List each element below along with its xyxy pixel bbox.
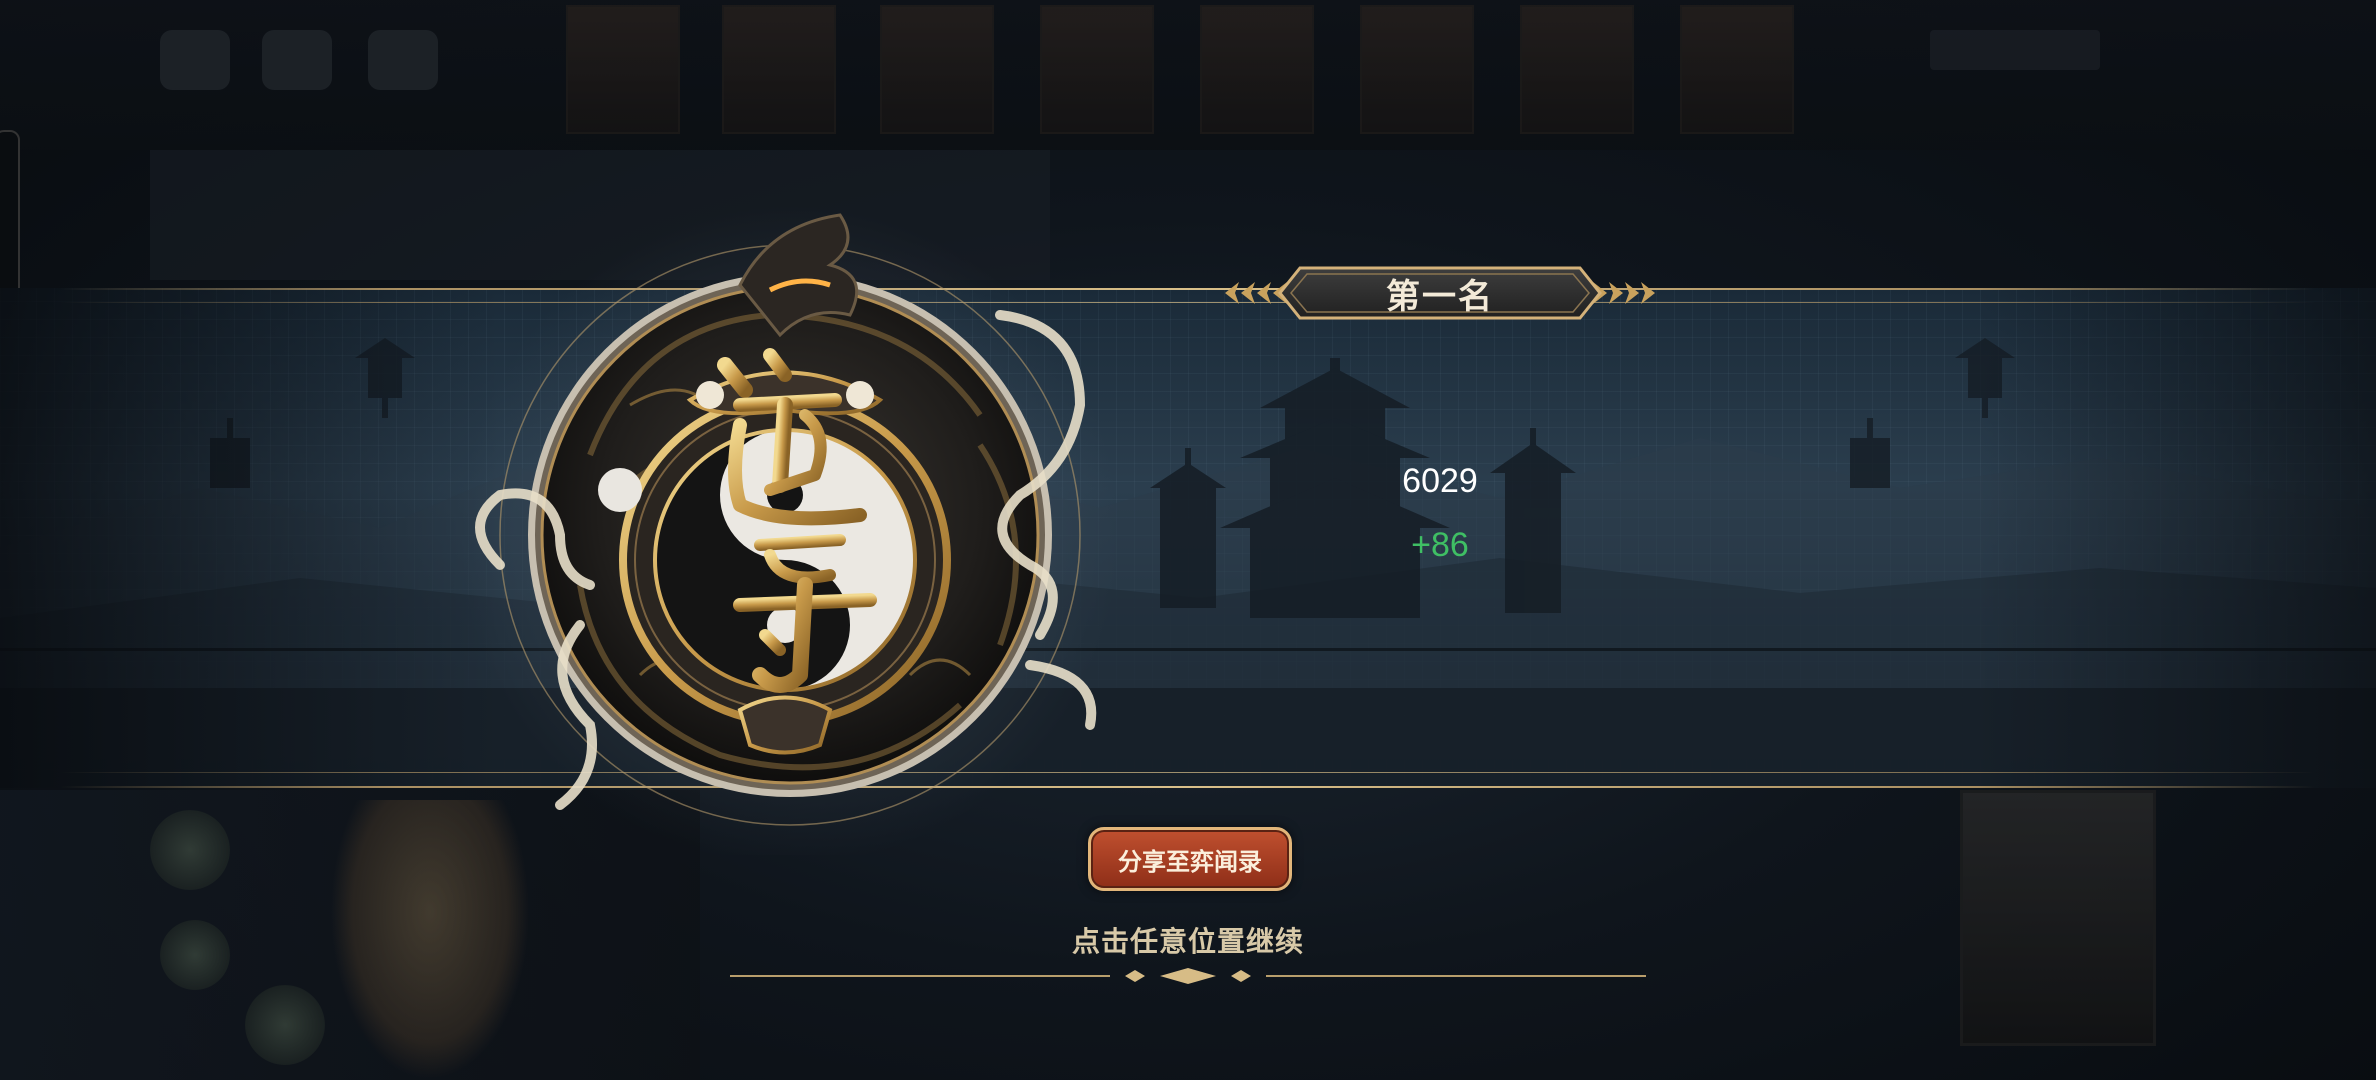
- background-card: [1960, 790, 2156, 1046]
- banner-fade-right: [1976, 288, 2376, 788]
- background-portrait: [566, 5, 680, 134]
- background-orb: [245, 985, 325, 1065]
- banner-fade-left: [0, 288, 500, 788]
- background-top-bar: [0, 0, 2376, 150]
- rank-label: 第一名: [1386, 276, 1494, 317]
- yin-yang-dragon-emblem-icon: [460, 205, 1120, 855]
- tap-to-continue-hint: 点击任意位置继续: [1071, 925, 1304, 958]
- background-portrait: [1680, 5, 1794, 134]
- background-portrait: [1200, 5, 1314, 134]
- continue-divider: [730, 968, 1646, 984]
- banner-bottom-border-inner: [60, 772, 2316, 773]
- background-orb: [160, 920, 230, 990]
- background-portrait: [1520, 5, 1634, 134]
- background-home-icon: [160, 30, 230, 90]
- banner-bottom-border: [60, 786, 2316, 788]
- background-chat-icon: [262, 30, 332, 90]
- score-delta: +86: [1411, 526, 1469, 564]
- banner-top-border-inner: [60, 302, 2316, 303]
- share-button[interactable]: 分享至弈闻录: [1088, 827, 1292, 891]
- background-orb: [150, 810, 230, 890]
- background-portrait: [1360, 5, 1474, 134]
- background-chip: [1930, 30, 2100, 70]
- background-shop-icon: [368, 30, 438, 90]
- background-portrait: [722, 5, 836, 134]
- score-value: 6029: [1402, 462, 1478, 500]
- background-portrait: [880, 5, 994, 134]
- background-portrait: [1040, 5, 1154, 134]
- match-result-screen[interactable]: 第一名 6029 +86 分享至弈闻录 点击任意位置继续: [0, 0, 2376, 1080]
- banner-top-border: [60, 288, 2316, 290]
